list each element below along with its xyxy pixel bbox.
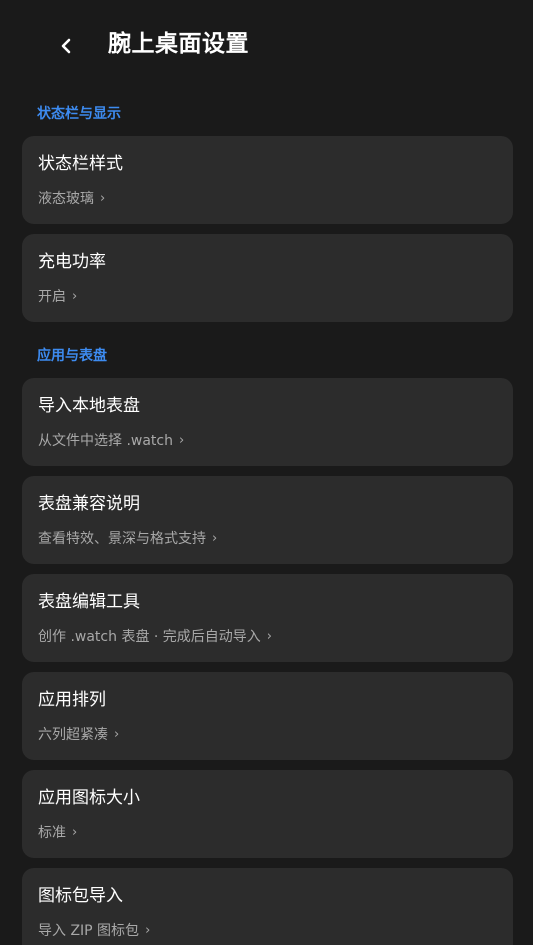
setting-item-title: 导入本地表盘 <box>38 396 140 416</box>
section-label-apps-watchfaces: 应用与表盘 <box>37 348 107 364</box>
setting-item-value: 导入 ZIP 图标包 <box>38 923 140 939</box>
setting-item-charging-power[interactable]: 充电功率 开启 › <box>22 234 513 322</box>
chevron-right-icon: › <box>145 923 151 938</box>
setting-item-title: 应用图标大小 <box>38 788 140 808</box>
setting-item-title: 表盘编辑工具 <box>38 592 140 612</box>
setting-item-value: 开启 <box>38 289 66 305</box>
setting-item-title: 图标包导入 <box>38 886 123 906</box>
setting-item-title: 表盘兼容说明 <box>38 494 140 514</box>
chevron-right-icon: › <box>100 191 106 206</box>
setting-item-value: 查看特效、景深与格式支持 <box>38 531 206 547</box>
setting-item-status-bar-style[interactable]: 状态栏样式 液态玻璃 › <box>22 136 513 224</box>
back-button[interactable] <box>50 30 82 62</box>
setting-item-value: 从文件中选择 .watch <box>38 433 173 449</box>
setting-item-value: 创作 .watch 表盘 · 完成后自动导入 <box>38 629 261 645</box>
setting-item-value: 六列超紧凑 <box>38 727 108 743</box>
header: 腕上桌面设置 <box>0 0 533 88</box>
chevron-right-icon: › <box>266 629 272 644</box>
chevron-right-icon: › <box>212 531 218 546</box>
setting-item-app-icon-size[interactable]: 应用图标大小 标准 › <box>22 770 513 858</box>
chevron-right-icon: › <box>179 433 185 448</box>
setting-item-watchface-compatibility[interactable]: 表盘兼容说明 查看特效、景深与格式支持 › <box>22 476 513 564</box>
setting-item-title: 充电功率 <box>38 252 106 272</box>
chevron-left-icon <box>61 38 71 54</box>
setting-item-app-layout[interactable]: 应用排列 六列超紧凑 › <box>22 672 513 760</box>
setting-item-title: 状态栏样式 <box>38 154 123 174</box>
setting-item-import-local-watchface[interactable]: 导入本地表盘 从文件中选择 .watch › <box>22 378 513 466</box>
setting-item-title: 应用排列 <box>38 690 106 710</box>
section-label-status-display: 状态栏与显示 <box>37 106 121 122</box>
setting-item-icon-pack-import[interactable]: 图标包导入 导入 ZIP 图标包 › <box>22 868 513 945</box>
setting-item-watchface-editor[interactable]: 表盘编辑工具 创作 .watch 表盘 · 完成后自动导入 › <box>22 574 513 662</box>
chevron-right-icon: › <box>72 825 78 840</box>
setting-item-value: 标准 <box>38 825 66 841</box>
chevron-right-icon: › <box>72 289 78 304</box>
settings-page: 腕上桌面设置 状态栏与显示 状态栏样式 液态玻璃 › 充电功率 开启 › 应用与… <box>0 0 533 945</box>
setting-item-value: 液态玻璃 <box>38 191 94 207</box>
chevron-right-icon: › <box>114 727 120 742</box>
page-title: 腕上桌面设置 <box>108 31 249 57</box>
